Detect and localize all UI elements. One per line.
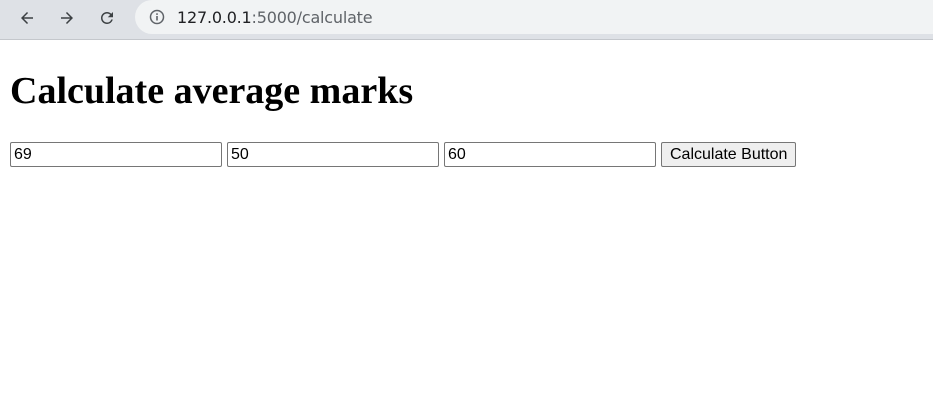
address-bar[interactable]: 127.0.0.1:5000/calculate (135, 0, 933, 34)
arrow-right-icon (61, 12, 73, 24)
mark-input-2[interactable] (227, 142, 439, 167)
mark-input-3[interactable] (444, 142, 656, 167)
page-heading: Calculate average marks (10, 70, 414, 112)
page-content: Calculate average marks Calculate Button (0, 41, 933, 417)
marks-form: Calculate Button (10, 142, 797, 167)
url-text[interactable]: 127.0.0.1:5000/calculate (177, 7, 373, 27)
url-host: 127.0.0.1 (177, 7, 252, 27)
arrow-left-icon (21, 12, 33, 24)
browser-toolbar: 127.0.0.1:5000/calculate (0, 0, 933, 40)
back-button[interactable] (13, 4, 41, 32)
calculate-button[interactable]: Calculate Button (661, 142, 797, 167)
reload-button[interactable] (93, 4, 121, 32)
forward-button[interactable] (53, 4, 81, 32)
mark-input-1[interactable] (10, 142, 222, 167)
info-icon[interactable] (149, 9, 165, 25)
reload-icon (101, 11, 113, 24)
url-path: :5000/calculate (251, 7, 373, 27)
